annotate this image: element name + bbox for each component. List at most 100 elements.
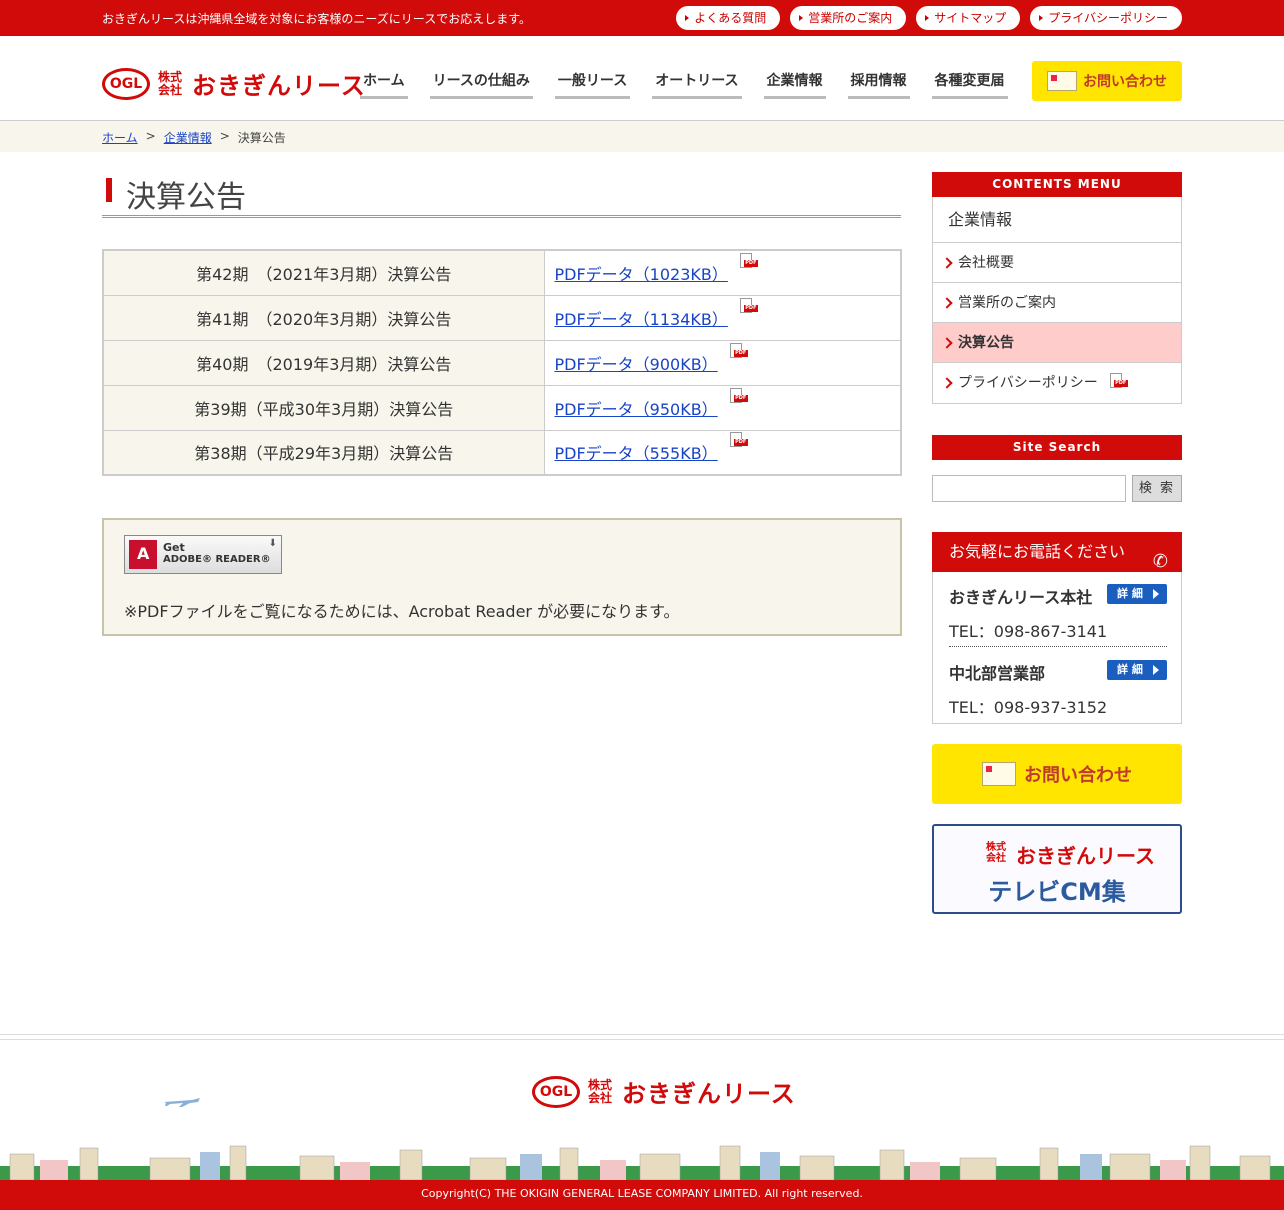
pdf-icon: PDF (738, 252, 758, 271)
menu-item-label: 決算公告 (958, 335, 1014, 351)
menu-category[interactable]: 企業情報 (933, 197, 1181, 243)
page-heading: 決算公告 (126, 180, 246, 215)
pdf-download-link[interactable]: PDFデータ（1134KB） (555, 310, 728, 329)
report-label: 第41期 （2020年3月期）決算公告 (102, 294, 545, 341)
report-label: 第42期 （2021年3月期）決算公告 (102, 249, 545, 296)
menu-item-company-overview[interactable]: 会社概要 (933, 243, 1181, 283)
pdf-download-link[interactable]: PDFデータ（900KB） (555, 355, 718, 374)
pdf-icon: PDF (728, 432, 748, 450)
title-accent-bar (106, 178, 112, 202)
banner-title: テレビCM集 (988, 878, 1126, 906)
logo-company-name: おきぎんリース (622, 1080, 796, 1108)
pdf-icon: PDF (728, 342, 748, 361)
reader-badge-get: Get (163, 541, 185, 554)
download-arrow-icon: ⬇ (268, 538, 277, 549)
menu-item-financial-reports[interactable]: 決算公告 (933, 323, 1181, 363)
nav-recruitment[interactable]: 採用情報 (847, 70, 910, 99)
page-title: 決算公告 (102, 172, 901, 218)
faq-link[interactable]: よくある質問 (676, 6, 781, 30)
header-contact-button[interactable]: お問い合わせ (1032, 61, 1182, 101)
global-nav: ホーム リースの仕組み 一般リース オートリース 企業情報 採用情報 各種変更届 (360, 70, 1008, 99)
envelope-icon (982, 762, 1016, 786)
nav-home[interactable]: ホーム (360, 70, 408, 99)
report-link-cell: PDFデータ（900KB） PDF (543, 339, 902, 386)
contents-menu: 企業情報 会社概要 営業所のご案内 決算公告 プライバシーポリシー PDF (932, 197, 1182, 404)
pdf-download-link[interactable]: PDFデータ（555KB） (555, 444, 718, 463)
pdf-download-link[interactable]: PDFデータ（950KB） (555, 400, 718, 419)
banner-brand: おきぎんリース (1016, 844, 1155, 868)
pdf-icon: PDF (1108, 373, 1128, 391)
site-tagline: おきぎんリースは沖縄県全域を対象にお客様のニーズにリースでお応えします。 (102, 12, 532, 26)
search-button[interactable]: 検 索 (1132, 475, 1182, 502)
breadcrumb-home[interactable]: ホーム (102, 129, 138, 146)
table-row: 第38期（平成29年3月期）決算公告 PDFデータ（555KB） PDF (102, 429, 902, 476)
utility-links: よくある質問 営業所のご案内 サイトマップ プライバシーポリシー (676, 6, 1182, 30)
tv-cm-banner[interactable]: 株式会社 おきぎんリース テレビCM集 (932, 824, 1182, 914)
envelope-icon (1047, 71, 1077, 91)
office-entry: 中北部営業部 詳 細 TEL：098-937-3152 (949, 660, 1167, 718)
logo-company-name: おきぎんリース (192, 72, 366, 100)
menu-item-label: 営業所のご案内 (958, 295, 1056, 311)
ogl-logo-mark: OGL (102, 67, 150, 100)
divider (949, 646, 1167, 647)
breadcrumb-current: 決算公告 (237, 131, 286, 145)
pdf-download-link[interactable]: PDFデータ（1023KB） (555, 265, 728, 284)
adobe-reader-icon (129, 540, 157, 569)
nav-company-info[interactable]: 企業情報 (763, 70, 826, 99)
report-label: 第40期 （2019年3月期）決算公告 (102, 339, 545, 386)
table-row: 第41期 （2020年3月期）決算公告 PDFデータ（1134KB） PDF (102, 294, 902, 341)
sitemap-link[interactable]: サイトマップ (916, 6, 1021, 30)
breadcrumb-bar: ホーム > 企業情報 > 決算公告 (0, 121, 1284, 152)
phone-contacts: おきぎんリース本社 詳 細 TEL：098-867-3141 中北部営業部 詳 … (932, 572, 1182, 724)
phone-heading-text: お気軽にお電話ください (949, 542, 1126, 561)
site-search-input[interactable] (932, 475, 1126, 502)
table-row: 第42期 （2021年3月期）決算公告 PDFデータ（1023KB） PDF (102, 249, 902, 296)
logo-kabushiki: 株式会社 (588, 1077, 613, 1105)
office-tel: TEL：098-937-3152 (949, 698, 1108, 717)
detail-button[interactable]: 詳 細 (1107, 660, 1167, 680)
offices-link[interactable]: 営業所のご案内 (790, 6, 907, 30)
site-header: OGL 株式会社 おきぎんリース ホーム リースの仕組み 一般リース オートリー… (0, 36, 1284, 121)
logo-kabushiki: 株式会社 (158, 69, 183, 97)
nav-change-forms[interactable]: 各種変更届 (931, 70, 1008, 99)
nav-general-lease[interactable]: 一般リース (554, 70, 631, 99)
site-logo[interactable]: OGL 株式会社 おきぎんリース (102, 66, 366, 101)
contents-menu-heading: CONTENTS MENU (932, 172, 1182, 197)
menu-item-label: プライバシーポリシー (958, 375, 1098, 391)
menu-item-offices[interactable]: 営業所のご案内 (933, 283, 1181, 323)
banner-kabushiki: 株式会社 (986, 842, 1006, 864)
detail-button[interactable]: 詳 細 (1107, 584, 1167, 604)
pdf-icon: PDF (738, 297, 758, 316)
report-link-cell: PDFデータ（555KB） PDF (543, 429, 902, 476)
get-adobe-reader-button[interactable]: Get ADOBE® READER® ⬇ (124, 535, 282, 574)
report-link-cell: PDFデータ（1134KB） PDF (543, 294, 902, 341)
report-link-cell: PDFデータ（950KB） PDF (543, 384, 902, 431)
menu-item-privacy-policy[interactable]: プライバシーポリシー PDF (933, 363, 1181, 403)
reader-note: ※PDFファイルをご覧になるためには、Acrobat Reader が必要になり… (124, 602, 680, 621)
report-label: 第39期（平成30年3月期）決算公告 (102, 384, 545, 431)
top-bar: おきぎんリースは沖縄県全域を対象にお客様のニーズにリースでお応えします。 よくあ… (0, 0, 1284, 36)
nav-lease-mechanism[interactable]: リースの仕組み (429, 70, 533, 99)
pdf-icon: PDF (728, 387, 748, 406)
footer-divider (0, 1034, 1284, 1040)
nav-auto-lease[interactable]: オートリース (652, 70, 742, 99)
table-row: 第40期 （2019年3月期）決算公告 PDFデータ（900KB） PDF (102, 339, 902, 386)
adobe-reader-notice: Get ADOBE® READER® ⬇ ※PDFファイルをご覧になるためには、… (102, 518, 902, 636)
breadcrumb: ホーム > 企業情報 > 決算公告 (102, 129, 286, 146)
menu-item-label: 会社概要 (958, 255, 1014, 271)
breadcrumb-company-info[interactable]: 企業情報 (164, 129, 212, 146)
office-tel: TEL：098-867-3141 (949, 622, 1108, 641)
contact-label: お問い合わせ (1024, 765, 1132, 786)
report-label: 第38期（平成29年3月期）決算公告 (102, 429, 545, 476)
copyright: Copyright(C) THE OKIGIN GENERAL LEASE CO… (0, 1180, 1284, 1210)
privacy-policy-link[interactable]: プライバシーポリシー (1030, 6, 1182, 30)
cityscape-illustration (0, 1145, 1284, 1180)
footer-logo[interactable]: OGL 株式会社 おきぎんリース (532, 1074, 796, 1109)
reader-badge-product: ADOBE® READER® (163, 554, 271, 565)
site-search-heading: Site Search (932, 435, 1182, 460)
contact-label: お問い合わせ (1083, 74, 1167, 90)
ogl-logo-mark: OGL (532, 1075, 580, 1108)
office-entry: おきぎんリース本社 詳 細 TEL：098-867-3141 (949, 584, 1167, 642)
sidebar-contact-button[interactable]: お問い合わせ (932, 744, 1182, 804)
phone-heading: お気軽にお電話ください ✆ (932, 532, 1182, 572)
